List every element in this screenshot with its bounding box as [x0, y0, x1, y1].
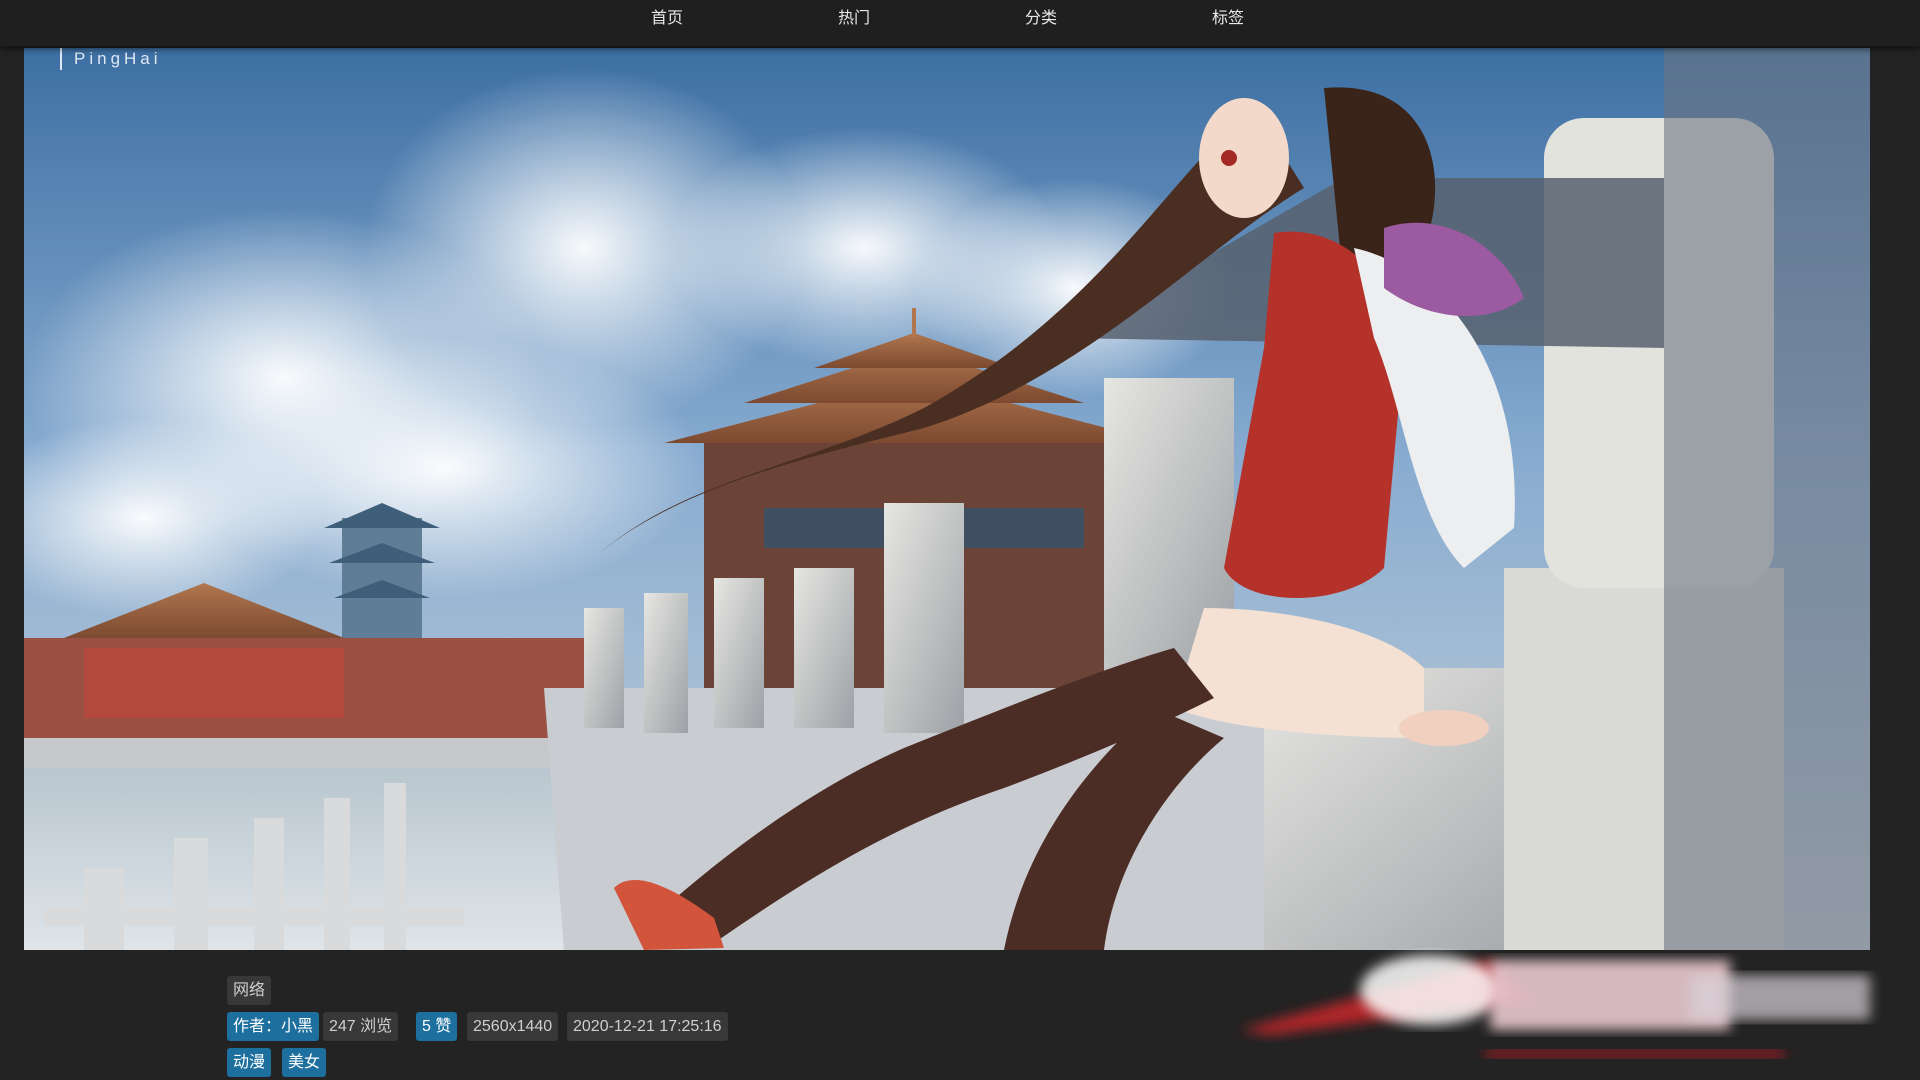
nav-hot-link[interactable]: 热门 [814, 6, 894, 32]
date-badge: 2020-12-21 17:25:16 [567, 1012, 728, 1041]
resolution-badge: 2560x1440 [467, 1012, 559, 1041]
likes-button[interactable]: 5 赞 [416, 1012, 458, 1041]
tag-anime[interactable]: 动漫 [227, 1048, 272, 1077]
wallpaper-image[interactable]: PingHai [24, 48, 1870, 950]
views-count: 247 浏览 [323, 1012, 399, 1041]
source-badge: 网络 [227, 976, 272, 1005]
tag-beauty[interactable]: 美女 [282, 1048, 327, 1077]
author-badge[interactable]: 作者：小黑 [227, 1012, 320, 1041]
decorative-brush-icon [1240, 955, 1870, 1058]
nav-category-link[interactable]: 分类 [1001, 6, 1081, 32]
nav-home-link[interactable]: 首页 [627, 6, 707, 32]
page: 首页 热门 分类 标签 PingHai 网络 作者：小黑 247 浏览 5 赞 … [0, 0, 1920, 1080]
nav-tags-link[interactable]: 标签 [1188, 6, 1268, 32]
top-nav: 首页 热门 分类 标签 [0, 0, 1920, 46]
wallpaper-illustration [24, 48, 1870, 950]
watermark-text: PingHai [60, 48, 162, 70]
